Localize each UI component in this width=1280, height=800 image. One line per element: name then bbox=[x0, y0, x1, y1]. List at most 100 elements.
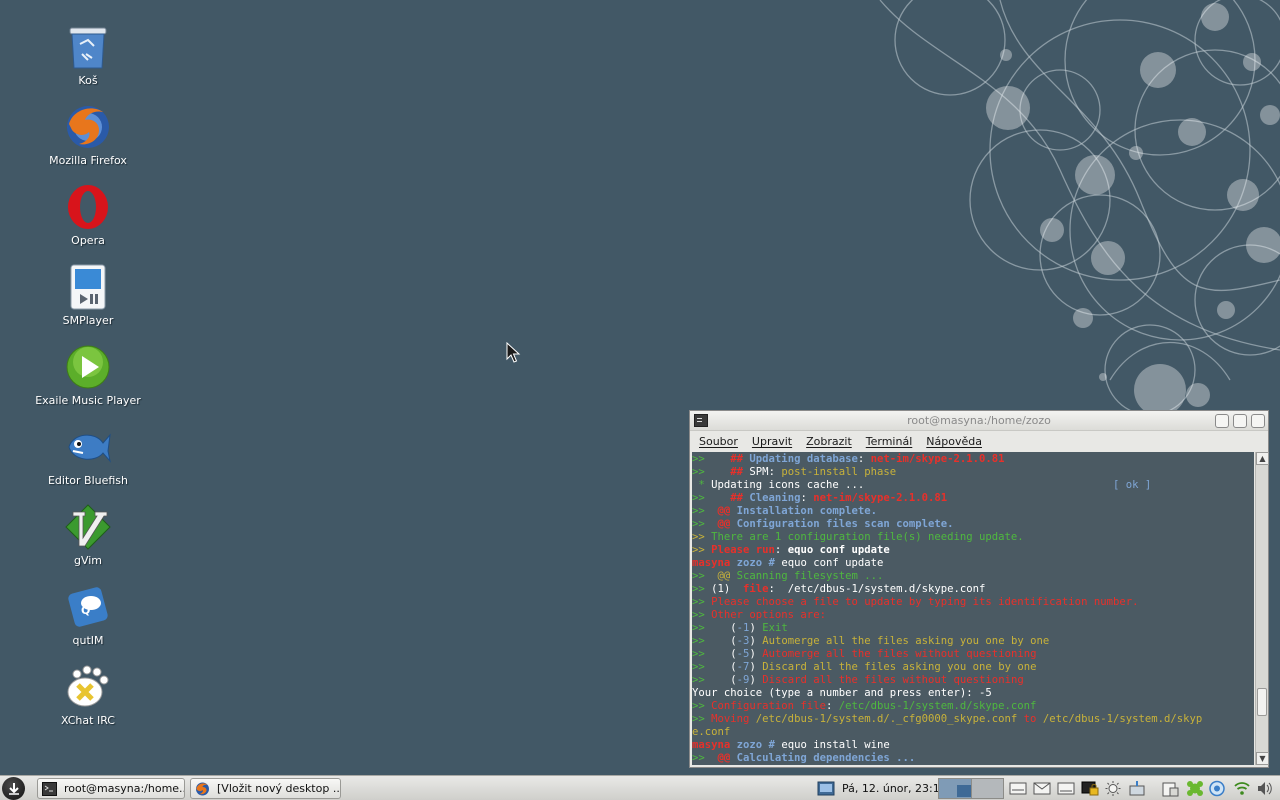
desktop-icon-exaile[interactable]: Exaile Music Player bbox=[33, 344, 143, 407]
terminal-line: masyna zozo # equo install wine bbox=[692, 739, 1254, 752]
scrollbar-thumb[interactable] bbox=[1257, 688, 1267, 716]
mail-icon[interactable] bbox=[1033, 780, 1051, 797]
terminal-text-segment: Calculating dependencies ... bbox=[736, 752, 916, 764]
terminal-line: >> (-7) Discard all the files asking you… bbox=[692, 661, 1254, 674]
terminal-line: >> (-5) Automerge all the files without … bbox=[692, 648, 1254, 661]
desktop-icon-label: Koš bbox=[78, 74, 98, 87]
terminal-window[interactable]: root@masyna:/home/zozo Soubor Upravit Zo… bbox=[689, 410, 1269, 768]
terminal-text-segment: Discard all the files without questionin… bbox=[762, 674, 1024, 686]
terminal-icon bbox=[42, 781, 57, 796]
clock[interactable]: Pá, 12. únor, 23:15 bbox=[842, 782, 947, 795]
firefox-icon bbox=[65, 104, 111, 150]
terminal-text-segment: post-install phase bbox=[781, 466, 897, 478]
terminal-text-segment: net-im/skype-2.1.0.81 bbox=[870, 453, 1005, 465]
desktop-icon-label: Mozilla Firefox bbox=[49, 154, 127, 167]
gvim-icon bbox=[65, 504, 111, 550]
terminal-line: >> (-1) Exit bbox=[692, 622, 1254, 635]
terminal-text-segment: to bbox=[1017, 713, 1043, 725]
menu-terminal[interactable]: Terminál bbox=[866, 435, 913, 448]
terminal-text-segment: Configuration files scan complete. bbox=[736, 518, 954, 530]
terminal-text-segment: ) bbox=[749, 661, 763, 673]
terminal-text-segment: SPM bbox=[749, 466, 769, 478]
volume-icon[interactable] bbox=[1256, 780, 1274, 797]
terminal-text-segment: equo install wine bbox=[781, 739, 890, 751]
start-menu-icon[interactable] bbox=[2, 777, 25, 800]
network-manager-icon[interactable] bbox=[1208, 780, 1226, 797]
terminal-text-segment: -7 bbox=[736, 661, 750, 673]
workspace-1[interactable] bbox=[939, 779, 972, 798]
terminal-line: >> Please choose a file to update by typ… bbox=[692, 596, 1254, 609]
desktop-icon-smplayer[interactable]: SMPlayer bbox=[33, 264, 143, 327]
mouse-pointer-icon bbox=[506, 342, 521, 363]
terminal-text-segment: Updating icons cache ... bbox=[711, 479, 865, 491]
desktop-icon-label: Opera bbox=[71, 234, 105, 247]
terminal-text-segment: >> bbox=[692, 674, 731, 686]
terminal-line: >> @@ Scanning filesystem ... bbox=[692, 570, 1254, 583]
brightness-icon[interactable] bbox=[1104, 780, 1122, 797]
menu-zobrazit[interactable]: Zobrazit bbox=[806, 435, 852, 448]
menu-soubor[interactable]: Soubor bbox=[699, 435, 738, 448]
desktop-icon-firefox[interactable]: Mozilla Firefox bbox=[33, 104, 143, 167]
task-terminal[interactable]: root@masyna:/home... bbox=[37, 778, 185, 799]
terminal-text-segment: zozo # bbox=[736, 739, 782, 751]
scroll-down-icon[interactable]: ▼ bbox=[1256, 752, 1269, 765]
terminal-scrollbar[interactable]: ▲ ▼ bbox=[1255, 452, 1269, 765]
desktop-icon-label: qutIM bbox=[72, 634, 104, 647]
terminal-text-segment: -3 bbox=[736, 635, 750, 647]
desktop-icon-trash[interactable]: Koš bbox=[33, 24, 143, 87]
smplayer-icon bbox=[65, 264, 111, 310]
desktop-icon-label: Exaile Music Player bbox=[35, 394, 141, 407]
minimize-button[interactable] bbox=[1215, 414, 1229, 428]
desktop-icon-bluefish[interactable]: Editor Bluefish bbox=[33, 424, 143, 487]
terminal-text-segment: ## bbox=[730, 492, 750, 504]
terminal-text-segment: e.conf bbox=[692, 726, 731, 738]
firefox-icon bbox=[196, 782, 209, 795]
workspace-pager[interactable] bbox=[938, 778, 1004, 799]
window-list-icon[interactable] bbox=[1009, 780, 1027, 797]
desktop-icon-qutim[interactable]: Q qutIM bbox=[33, 584, 143, 647]
terminal-text-segment: equo conf update bbox=[781, 557, 884, 569]
menu-napoveda[interactable]: Nápověda bbox=[926, 435, 982, 448]
bluefish-icon bbox=[65, 424, 111, 470]
terminal-text-segment: >> bbox=[692, 544, 712, 556]
desktop-icon-opera[interactable]: Opera bbox=[33, 184, 143, 247]
desktop-icon-label: Editor Bluefish bbox=[47, 474, 129, 487]
lock-screen-icon[interactable] bbox=[1081, 780, 1099, 797]
qutim-icon: Q bbox=[65, 584, 111, 630]
terminal-text-segment: >> bbox=[692, 583, 712, 595]
close-button[interactable] bbox=[1251, 414, 1265, 428]
network-computer-icon[interactable] bbox=[1128, 780, 1146, 797]
show-desktop-icon[interactable] bbox=[817, 780, 835, 797]
updates-icon[interactable] bbox=[1186, 780, 1204, 797]
desktop-icon-xchat[interactable]: XChat IRC bbox=[33, 664, 143, 727]
window-titlebar[interactable]: root@masyna:/home/zozo bbox=[690, 411, 1268, 431]
terminal-text-segment: >> bbox=[692, 531, 712, 543]
terminal-text-segment: Cleaning bbox=[749, 492, 801, 504]
terminal-text-segment: >> bbox=[692, 713, 712, 725]
terminal-text-segment: Please choose a file to update by typing… bbox=[711, 596, 1139, 608]
terminal-line: >> @@ Calculating dependencies ... bbox=[692, 752, 1254, 765]
task-firefox[interactable]: [Vložit nový desktop ... bbox=[190, 778, 341, 799]
menu-upravit[interactable]: Upravit bbox=[752, 435, 792, 448]
terminal-text-segment: -5 bbox=[736, 648, 750, 660]
terminal-text-segment: : bbox=[825, 700, 839, 712]
terminal-text-segment: ) bbox=[749, 622, 763, 634]
terminal-text-segment: /etc/dbus-1/system.d/skype.conf bbox=[838, 700, 1037, 712]
terminal-line: >> Other options are: bbox=[692, 609, 1254, 622]
terminal-line: Your choice (type a number and press ent… bbox=[692, 687, 1254, 700]
terminal-text-segment: >> bbox=[692, 752, 718, 764]
taskbar: root@masyna:/home... [Vložit nový deskto… bbox=[0, 775, 1280, 800]
scroll-up-icon[interactable]: ▲ bbox=[1256, 452, 1269, 465]
terminal-text-segment: Automerge all the files asking you one b… bbox=[762, 635, 1050, 647]
terminal-line: >> Configuration file: /etc/dbus-1/syste… bbox=[692, 700, 1254, 713]
wifi-icon[interactable] bbox=[1233, 780, 1251, 797]
desktop-icon-gvim[interactable]: gVim bbox=[33, 504, 143, 567]
clipboard-icon[interactable] bbox=[1161, 780, 1179, 797]
terminal-text-segment: : bbox=[800, 492, 814, 504]
terminal-output[interactable]: >> ## Updating database: net-im/skype-2.… bbox=[692, 452, 1254, 765]
notes-icon[interactable] bbox=[1057, 780, 1075, 797]
terminal-text-segment: Moving bbox=[711, 713, 756, 725]
terminal-text-segment: >> bbox=[692, 635, 731, 647]
terminal-text-segment: * bbox=[692, 479, 712, 491]
maximize-button[interactable] bbox=[1233, 414, 1247, 428]
